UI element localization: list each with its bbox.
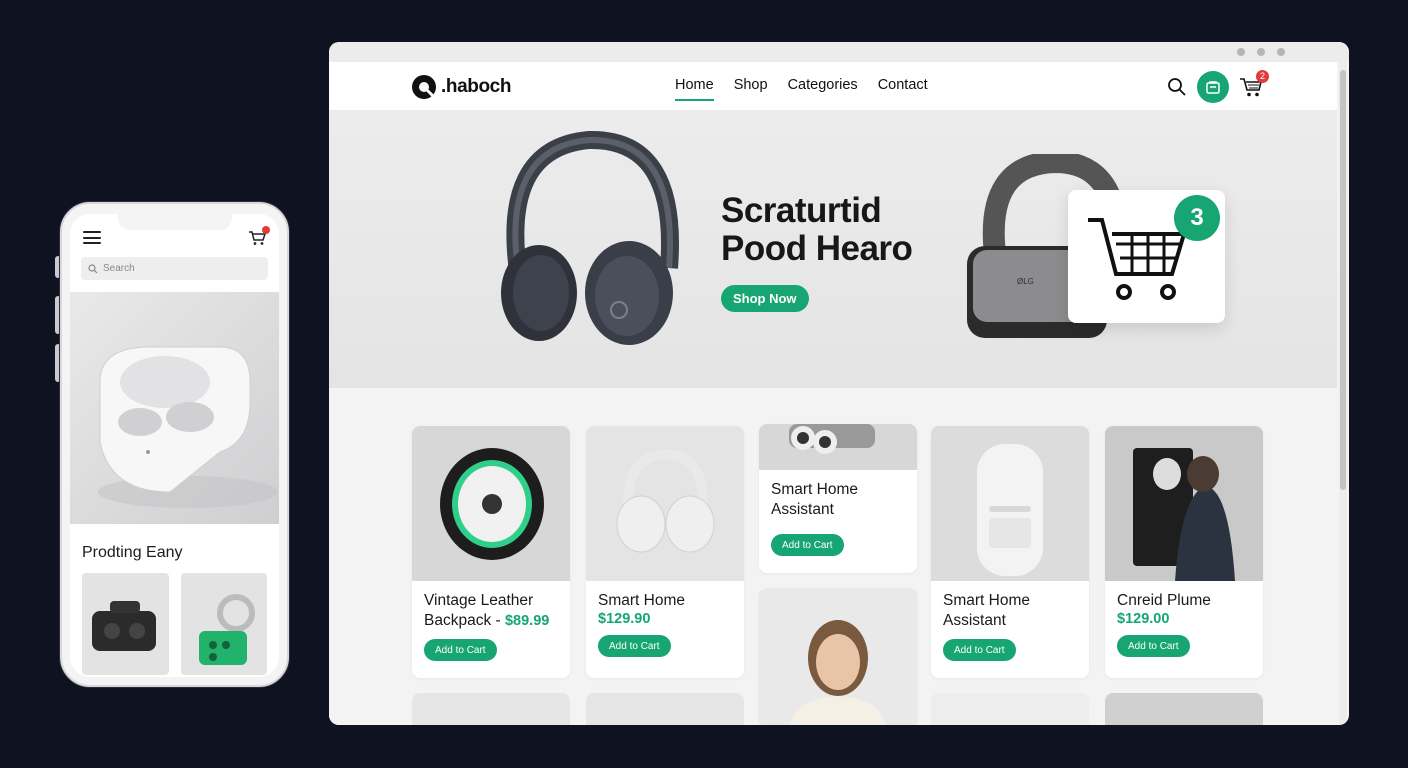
main-menu: Home Shop Categories Contact bbox=[675, 77, 928, 101]
logo-text: .haboch bbox=[441, 76, 512, 97]
add-to-cart-button[interactable]: Add to Cart bbox=[771, 534, 844, 556]
product-card-partial[interactable] bbox=[931, 693, 1089, 725]
shop-now-button[interactable]: Shop Now bbox=[721, 285, 809, 312]
nav-link-contact[interactable]: Contact bbox=[878, 77, 928, 101]
web-page: .haboch Home Shop Categories Contact 2 S… bbox=[329, 62, 1337, 725]
cart-badge bbox=[262, 226, 270, 234]
product-card[interactable]: Smart Home Assistant Add to Cart bbox=[931, 426, 1089, 678]
add-to-cart-button[interactable]: Add to Cart bbox=[424, 639, 497, 661]
product-price: $129.90 bbox=[598, 611, 651, 627]
hero-title: Scraturtid Pood Hearo bbox=[721, 191, 913, 268]
browser-window: .haboch Home Shop Categories Contact 2 S… bbox=[329, 42, 1349, 725]
logo[interactable]: .haboch bbox=[411, 74, 511, 100]
browser-titlebar bbox=[329, 42, 1349, 62]
shopping-bag-button[interactable] bbox=[1197, 71, 1229, 103]
nav-icons: 2 bbox=[1167, 70, 1269, 103]
cart-button[interactable]: 2 bbox=[1239, 70, 1269, 98]
product-price: $89.99 bbox=[504, 613, 550, 629]
top-navbar: .haboch Home Shop Categories Contact 2 bbox=[329, 62, 1337, 110]
product-card[interactable]: Smart Home $129.90 Add to Cart bbox=[586, 426, 744, 678]
product-image-speaker-ring bbox=[412, 426, 570, 581]
product-image-person-with-device bbox=[1105, 426, 1263, 581]
window-controls bbox=[1237, 48, 1285, 56]
cart-count-badge: 2 bbox=[1256, 70, 1269, 83]
mobile-product-tile-vr-headset[interactable] bbox=[82, 573, 169, 675]
nav-link-categories[interactable]: Categories bbox=[788, 77, 858, 101]
product-card-body: Vintage Leather Backpack - $89.99 Add to… bbox=[412, 581, 570, 671]
window-dot[interactable] bbox=[1257, 48, 1265, 56]
mobile-product-tiles bbox=[70, 573, 279, 675]
product-card-body: Smart Home Assistant Add to Cart bbox=[931, 581, 1089, 671]
hero-banner: Scraturtid Pood Hearo Shop Now ØLG 3 bbox=[329, 110, 1337, 388]
product-grid: Vintage Leather Backpack - $89.99 Add to… bbox=[329, 388, 1337, 725]
product-card-partial[interactable] bbox=[586, 693, 744, 725]
hamburger-menu-icon[interactable] bbox=[83, 231, 101, 244]
product-card-body: Smart Home $129.90 Add to Cart bbox=[586, 581, 744, 667]
product-card-body: Smart Home Assistant Add to Cart bbox=[759, 470, 917, 566]
logo-icon bbox=[412, 75, 436, 99]
cart-popup-card[interactable]: 3 bbox=[1068, 190, 1225, 323]
hero-title-line-1: Scraturtid bbox=[721, 191, 882, 230]
product-name: Smart Home Assistant bbox=[943, 592, 1030, 629]
shopping-bag-icon bbox=[1206, 81, 1220, 94]
mobile-header: Search bbox=[70, 214, 279, 292]
mobile-hero-image-earbuds-case[interactable] bbox=[70, 292, 279, 524]
add-to-cart-button[interactable]: Add to Cart bbox=[943, 639, 1016, 661]
add-to-cart-button[interactable]: Add to Cart bbox=[1117, 635, 1190, 657]
mobile-section-title: Prodting Eany bbox=[82, 544, 183, 561]
product-image-binoculars bbox=[759, 424, 917, 470]
product-name: Smart Home bbox=[598, 592, 685, 609]
mobile-product-tile-green-device[interactable] bbox=[180, 573, 267, 675]
product-price: $129.00 bbox=[1117, 611, 1170, 627]
search-icon[interactable] bbox=[1167, 77, 1187, 97]
window-dot[interactable] bbox=[1237, 48, 1245, 56]
product-image-white-headphones bbox=[586, 426, 744, 581]
scrollbar[interactable] bbox=[1339, 62, 1347, 725]
cart-popup-count-badge: 3 bbox=[1174, 195, 1220, 241]
cart-icon[interactable] bbox=[248, 226, 270, 246]
product-image-smart-home-device bbox=[931, 426, 1089, 581]
product-name: Vintage Leather Backpack - $89.99 bbox=[424, 592, 550, 629]
mobile-screen: Search Prodting Eany bbox=[70, 214, 279, 677]
hero-image-headphones bbox=[501, 130, 679, 345]
product-name: Cnreid Plume bbox=[1117, 592, 1211, 609]
product-card-partial[interactable] bbox=[1105, 693, 1263, 725]
phone-notch bbox=[117, 214, 232, 230]
scrollbar-thumb[interactable] bbox=[1340, 70, 1346, 490]
search-icon bbox=[88, 263, 98, 273]
product-card[interactable]: Cnreid Plume $129.00 Add to Cart bbox=[1105, 426, 1263, 678]
product-name: Smart Home Assistant bbox=[771, 481, 858, 518]
hero-title-line-2: Pood Hearo bbox=[721, 229, 913, 268]
product-card-partial[interactable] bbox=[412, 693, 570, 725]
nav-link-shop[interactable]: Shop bbox=[734, 77, 768, 101]
mobile-device: Search Prodting Eany bbox=[60, 202, 289, 687]
product-card[interactable]: Vintage Leather Backpack - $89.99 Add to… bbox=[412, 426, 570, 678]
add-to-cart-button[interactable]: Add to Cart bbox=[598, 635, 671, 657]
search-input[interactable]: Search bbox=[81, 257, 268, 280]
product-card[interactable]: Smart Home Assistant Add to Cart bbox=[759, 424, 917, 573]
product-card-body: Cnreid Plume $129.00 Add to Cart bbox=[1105, 581, 1263, 667]
nav-link-home[interactable]: Home bbox=[675, 77, 714, 101]
window-dot[interactable] bbox=[1277, 48, 1285, 56]
search-placeholder: Search bbox=[103, 263, 135, 274]
svg-text:ØLG: ØLG bbox=[1017, 277, 1034, 286]
product-card-photo-woman[interactable] bbox=[759, 588, 917, 725]
photo-smiling-woman bbox=[789, 620, 887, 725]
